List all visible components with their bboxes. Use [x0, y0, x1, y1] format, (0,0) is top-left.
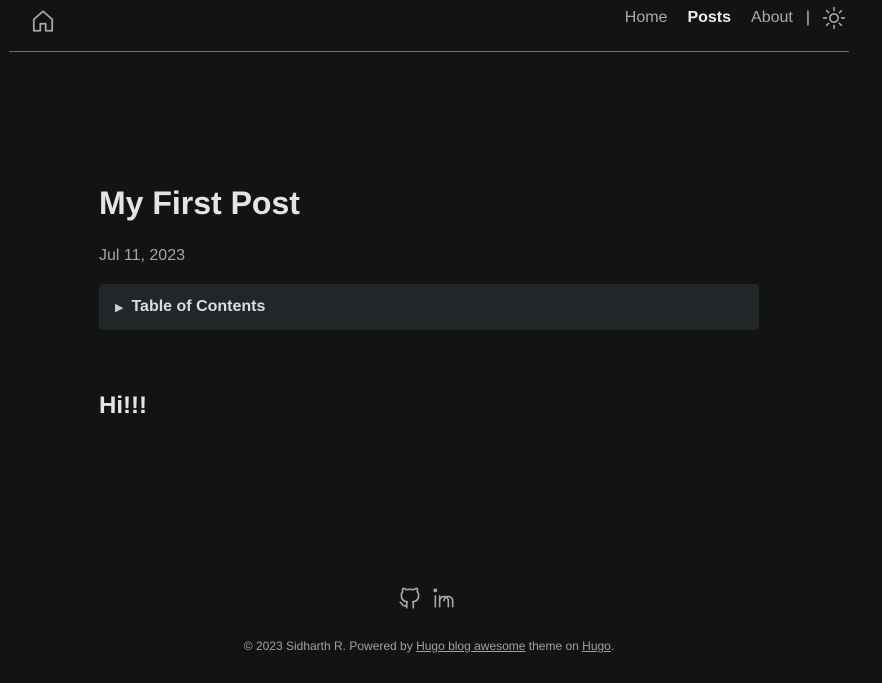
- nav-about-link[interactable]: About: [751, 9, 793, 27]
- hugo-link[interactable]: Hugo: [582, 639, 611, 653]
- nav-posts-link[interactable]: Posts: [687, 9, 731, 27]
- table-of-contents-toggle[interactable]: ▶ Table of Contents: [99, 284, 759, 330]
- footer-middle-text: theme on: [525, 639, 583, 653]
- page: Home Posts About | My First Post Jul 11,…: [0, 0, 882, 683]
- footer-credits: © 2023 Sidharth R. Powered by Hugo blog …: [0, 639, 858, 653]
- toc-label: Table of Contents: [131, 298, 266, 315]
- home-icon[interactable]: [30, 8, 56, 34]
- site-header: Home Posts About |: [9, 0, 849, 52]
- triangle-right-icon: ▶: [115, 301, 124, 314]
- linkedin-icon[interactable]: [431, 585, 457, 611]
- theme-link[interactable]: Hugo blog awesome: [416, 639, 525, 653]
- post-date: Jul 11, 2023: [99, 247, 185, 264]
- nav-separator: |: [805, 9, 810, 26]
- nav-home-link[interactable]: Home: [625, 9, 668, 27]
- main-nav: Home Posts About |: [605, 0, 849, 36]
- post-title: My First Post: [99, 185, 300, 221]
- social-links: [397, 585, 457, 611]
- sun-icon[interactable]: [822, 6, 846, 30]
- github-icon[interactable]: [397, 585, 423, 611]
- footer-end-text: .: [610, 639, 615, 653]
- content-heading: Hi!!!: [99, 392, 147, 419]
- copyright-text: © 2023 Sidharth R. Powered by: [243, 639, 417, 653]
